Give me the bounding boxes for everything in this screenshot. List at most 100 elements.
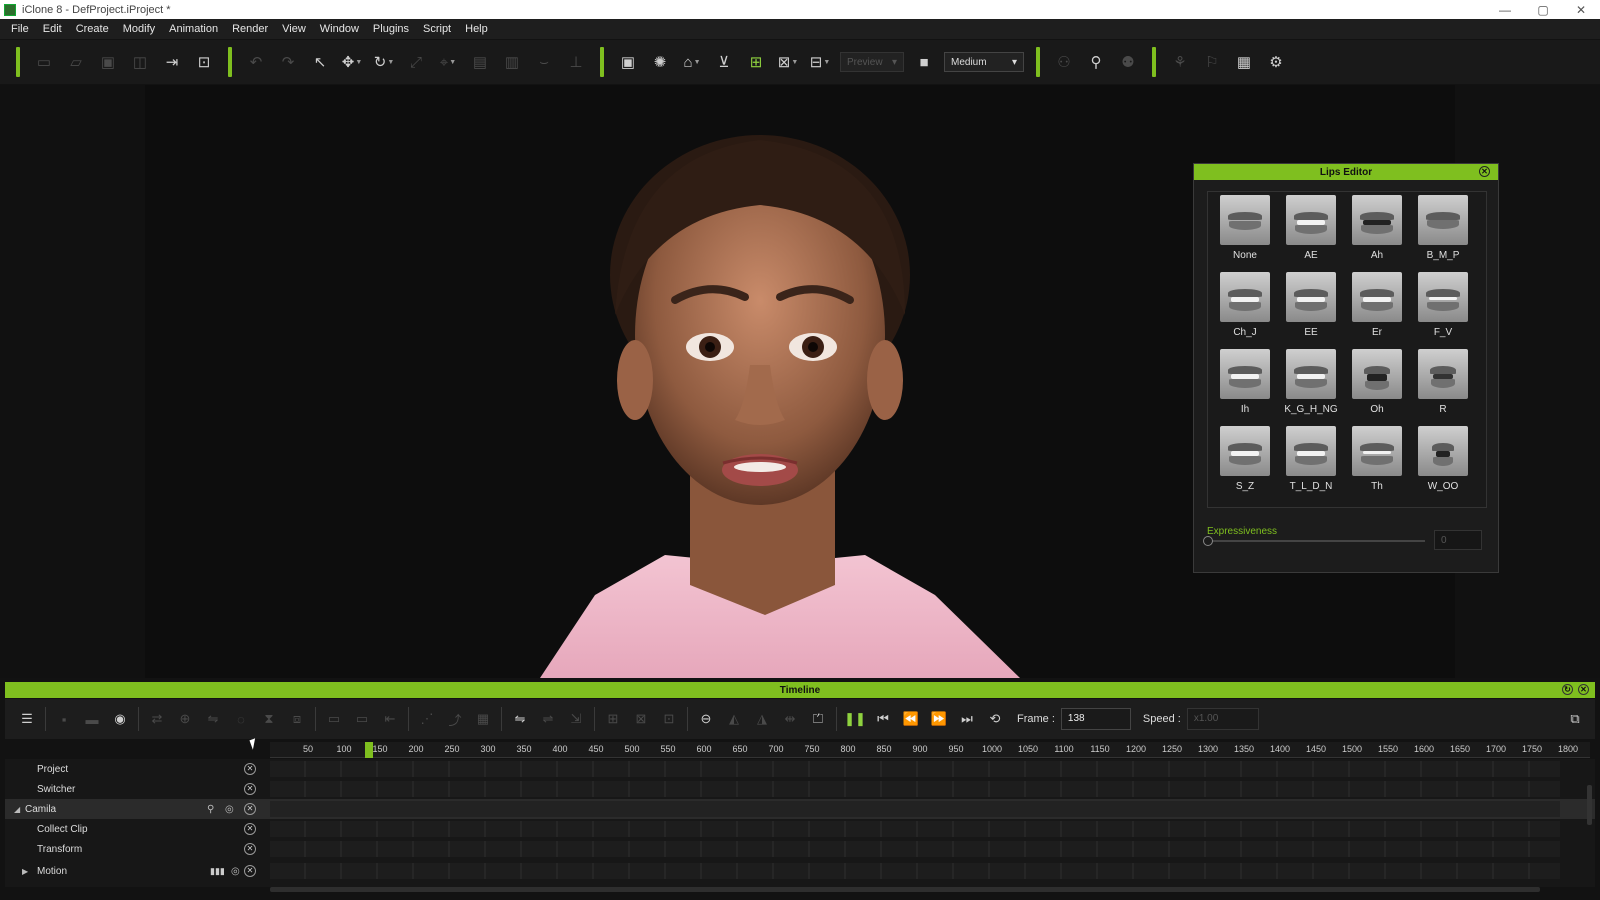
fit-all-icon[interactable]: ⇹ — [778, 707, 802, 731]
previous-frame-icon[interactable]: ⏪ — [899, 707, 923, 731]
close-icon[interactable]: ✕ — [244, 783, 256, 795]
select-arrow-icon[interactable]: ↖ — [306, 48, 334, 76]
track-lane[interactable] — [270, 801, 1560, 817]
sample-icon[interactable]: ◌ — [229, 707, 253, 731]
view-icon[interactable]: ⊠ ▼ — [774, 48, 802, 76]
refresh-icon[interactable]: ↻ — [1562, 684, 1573, 695]
export-icon[interactable]: ⇥ — [158, 48, 186, 76]
vertical-scrollbar[interactable] — [1587, 785, 1592, 825]
undo-icon[interactable]: ↶ — [242, 48, 270, 76]
next-frame-icon[interactable]: ⏩ — [927, 707, 951, 731]
track-lane[interactable] — [270, 761, 1560, 777]
viseme-ch-j[interactable]: Ch_J — [1212, 272, 1278, 349]
viseme-s-z[interactable]: S_Z — [1212, 426, 1278, 503]
menu-render[interactable]: Render — [225, 19, 275, 39]
menu-plugins[interactable]: Plugins — [366, 19, 416, 39]
preview-dropdown[interactable]: Preview ▾ — [840, 52, 904, 72]
track-row-project[interactable]: Project ✕ — [5, 759, 1595, 779]
track-lane[interactable] — [270, 841, 1560, 857]
timeline-options-icon[interactable]: ⧉ — [1563, 707, 1587, 731]
viseme-k-g-h-ng[interactable]: K_G_H_NG — [1278, 349, 1344, 426]
insert-icon[interactable]: ⊕ — [173, 707, 197, 731]
insert-frame-icon[interactable]: ⊞ — [601, 707, 625, 731]
link-icon[interactable]: ⌣ — [530, 48, 558, 76]
frame-input[interactable]: 138 — [1060, 708, 1131, 730]
collect-icon[interactable]: ⊡ — [657, 707, 681, 731]
track-lane[interactable] — [270, 781, 1560, 797]
open-folder-icon[interactable]: ▱ — [62, 48, 90, 76]
motion-icon[interactable]: ⚲ — [1082, 48, 1110, 76]
flip-icon[interactable]: ⇋ — [508, 707, 532, 731]
viseme-ah[interactable]: Ah — [1344, 195, 1410, 272]
remove-key-icon[interactable]: ▬ — [80, 707, 104, 731]
link-icon[interactable]: ⚲ — [207, 804, 214, 815]
clip-icon[interactable]: ▭ — [322, 707, 346, 731]
scale-icon[interactable]: ⤢ — [402, 48, 430, 76]
viseme-w-oo[interactable]: W_OO — [1410, 426, 1476, 503]
expand-triangle-icon[interactable]: ▶ — [22, 867, 28, 876]
track-row-transform[interactable]: Transform ✕ — [5, 839, 1595, 859]
close-icon[interactable]: ✕ — [244, 823, 256, 835]
mirror-icon[interactable]: ⇌ — [536, 707, 560, 731]
flag-icon[interactable]: ⚐ — [1198, 48, 1226, 76]
clip-extend-icon[interactable]: ▭ — [350, 707, 374, 731]
viseme-b-m-p[interactable]: B_M_P — [1410, 195, 1476, 272]
expressiveness-slider[interactable] — [1203, 536, 1425, 546]
slider-handle[interactable] — [1203, 536, 1213, 546]
close-icon[interactable]: ✕ — [244, 763, 256, 775]
split-icon[interactable]: ⧗ — [257, 707, 281, 731]
track-row-motion[interactable]: ▶ Motion ▮▮▮ ◎ ✕ — [5, 861, 1595, 881]
speed-dropdown[interactable]: x1.00 — [1186, 708, 1259, 730]
character-icon[interactable]: ⚇ — [1050, 48, 1078, 76]
merge-icon[interactable]: ⇋ — [201, 707, 225, 731]
viseme-none[interactable]: None — [1212, 195, 1278, 272]
close-icon[interactable]: ✕ — [244, 865, 256, 877]
close-icon[interactable]: ✕ — [1578, 684, 1589, 695]
visibility-icon[interactable]: ◎ — [231, 866, 240, 877]
delete-frame-icon[interactable]: ⊠ — [629, 707, 653, 731]
track-row-camila[interactable]: ◢ Camila ⚲ ◎ ✕ — [5, 799, 1595, 819]
attach-icon[interactable]: ⊥ — [562, 48, 590, 76]
zoom-fit-icon[interactable]: ◭ — [722, 707, 746, 731]
viseme-ae[interactable]: AE — [1278, 195, 1344, 272]
menu-help[interactable]: Help — [458, 19, 495, 39]
menu-modify[interactable]: Modify — [116, 19, 162, 39]
quality-dropdown[interactable]: Medium ▾ — [944, 52, 1024, 72]
track-lane[interactable] — [270, 821, 1560, 837]
viseme-ih[interactable]: Ih — [1212, 349, 1278, 426]
add-key-icon[interactable]: ▪ — [52, 707, 76, 731]
visibility-icon[interactable]: ◉ — [108, 707, 132, 731]
layout-icon[interactable]: ▣ — [614, 48, 642, 76]
path-icon[interactable]: ⚘ — [1166, 48, 1194, 76]
rotate-icon[interactable]: ↻ ▼ — [370, 48, 398, 76]
viseme-f-v[interactable]: F_V — [1410, 272, 1476, 349]
motion-layer-icon[interactable]: ▮▮▮ — [210, 866, 225, 877]
reduce-icon[interactable]: ⇲ — [564, 707, 588, 731]
horizontal-scrollbar[interactable] — [270, 887, 1540, 892]
menu-animation[interactable]: Animation — [162, 19, 225, 39]
visibility-icon[interactable]: ◎ — [225, 804, 234, 815]
video-camera-icon[interactable]: ■ — [910, 48, 938, 76]
menu-window[interactable]: Window — [313, 19, 366, 39]
expressiveness-input[interactable]: 0 — [1434, 530, 1482, 550]
menu-edit[interactable]: Edit — [36, 19, 69, 39]
frame-selected-icon[interactable]: ⊞ — [742, 48, 770, 76]
pivot-icon[interactable]: ⌖ ▼ — [434, 48, 462, 76]
track-row-collect-clip[interactable]: Collect Clip ✕ — [5, 819, 1595, 839]
save-icon[interactable]: ▣ — [94, 48, 122, 76]
go-to-end-icon[interactable]: ⏭ — [955, 707, 979, 731]
import-icon[interactable]: ◫ — [126, 48, 154, 76]
minimize-button[interactable]: — — [1486, 0, 1524, 19]
path-curve-icon[interactable]: ⤴ — [443, 707, 467, 731]
viseme-oh[interactable]: Oh — [1344, 349, 1410, 426]
snap-icon[interactable]: ▥ — [498, 48, 526, 76]
track-lane[interactable] — [270, 863, 1560, 879]
align-icon[interactable]: ▤ — [466, 48, 494, 76]
track-list-icon[interactable]: ☰ — [15, 707, 39, 731]
light-icon[interactable]: ✺ — [646, 48, 674, 76]
redo-icon[interactable]: ↷ — [274, 48, 302, 76]
menu-create[interactable]: Create — [69, 19, 116, 39]
menu-script[interactable]: Script — [416, 19, 458, 39]
curve-icon[interactable]: ⋰ — [415, 707, 439, 731]
menu-file[interactable]: File — [4, 19, 36, 39]
